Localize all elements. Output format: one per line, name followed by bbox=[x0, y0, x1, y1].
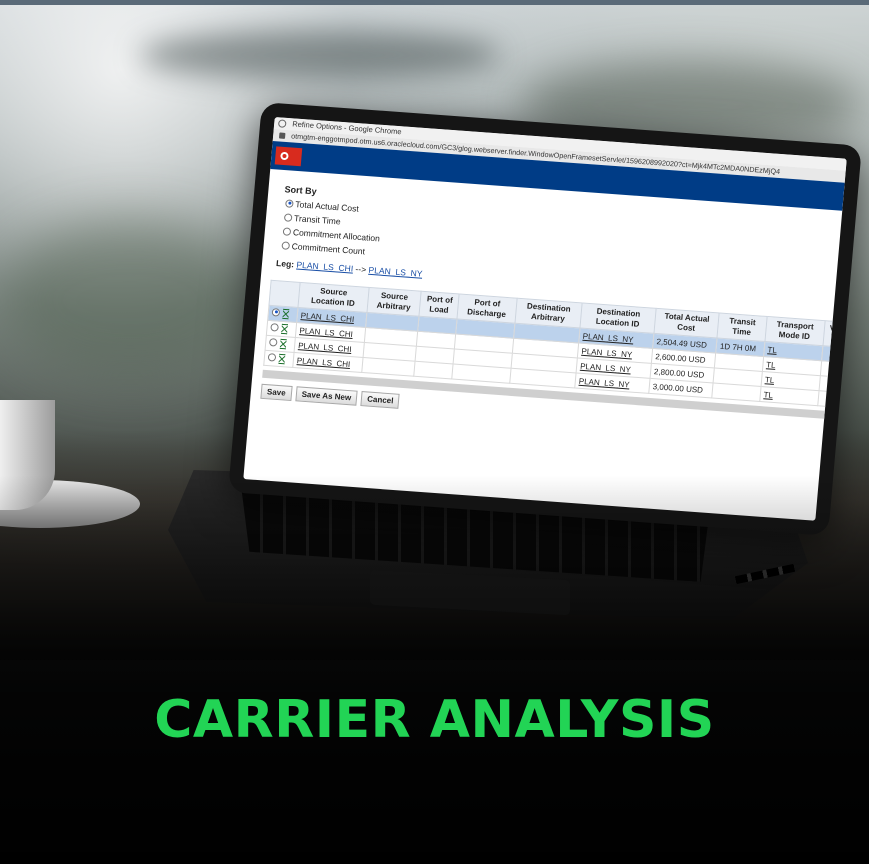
promo-graphic: Refine Options - Google Chrome otmgtm-en… bbox=[0, 0, 869, 864]
headline-text: CARRIER ANALYSIS bbox=[154, 690, 715, 750]
oracle-logo[interactable] bbox=[274, 146, 303, 167]
hourglass-icon bbox=[279, 339, 287, 350]
laptop-screen: Refine Options - Google Chrome otmgtm-en… bbox=[243, 117, 847, 521]
lock-icon bbox=[278, 132, 286, 139]
table-cell bbox=[451, 364, 511, 384]
radio-button[interactable] bbox=[285, 198, 294, 208]
top-accent-bar bbox=[0, 0, 869, 5]
select-column-header bbox=[268, 280, 301, 308]
radio-button[interactable] bbox=[270, 322, 279, 332]
radio-label: Transit Time bbox=[293, 212, 342, 226]
background-blur bbox=[140, 30, 500, 80]
table-cell bbox=[817, 390, 845, 408]
row-select-cell[interactable] bbox=[263, 350, 295, 368]
leg-label: Leg: bbox=[275, 258, 295, 270]
laptop-lid: Refine Options - Google Chrome otmgtm-en… bbox=[228, 102, 862, 536]
column-header[interactable]: Source Arbitrary bbox=[366, 287, 422, 317]
total-cost-cell: 3,000.00 USD bbox=[648, 378, 714, 399]
table-cell bbox=[414, 361, 454, 380]
hourglass-icon bbox=[281, 324, 288, 335]
column-header[interactable]: Voy ID bbox=[822, 320, 847, 348]
chrome-icon bbox=[277, 119, 287, 128]
leg-to-link[interactable]: PLAN_LS_NY bbox=[368, 265, 423, 279]
background-plant bbox=[0, 220, 260, 380]
hourglass-icon bbox=[282, 309, 290, 320]
refine-options-content: Sort By Total Actual Cost Transit Time C… bbox=[250, 169, 847, 440]
radio-button[interactable] bbox=[281, 240, 291, 250]
hourglass-icon bbox=[278, 354, 286, 365]
radio-button[interactable] bbox=[267, 352, 277, 362]
coffee-cup bbox=[0, 400, 55, 510]
column-header[interactable]: Port of Load bbox=[419, 291, 460, 320]
radio-label: Commitment Count bbox=[291, 240, 366, 256]
radio-button[interactable] bbox=[271, 307, 281, 317]
column-header[interactable]: Transit Time bbox=[717, 313, 767, 342]
save-button[interactable]: Save bbox=[260, 383, 293, 401]
radio-label: Total Actual Cost bbox=[294, 198, 360, 214]
radio-button[interactable] bbox=[283, 212, 293, 222]
transit-time-cell bbox=[711, 383, 761, 402]
leg-arrow: --> bbox=[355, 263, 367, 275]
leg-from-link[interactable]: PLAN_LS_CHI bbox=[296, 260, 354, 274]
save-as-new-button[interactable]: Save As New bbox=[295, 386, 358, 406]
table-cell bbox=[361, 357, 416, 377]
radio-button[interactable] bbox=[268, 337, 278, 347]
transport-mode-cell[interactable]: TL bbox=[759, 386, 819, 406]
cancel-button[interactable]: Cancel bbox=[360, 391, 401, 409]
radio-button[interactable] bbox=[282, 226, 292, 236]
